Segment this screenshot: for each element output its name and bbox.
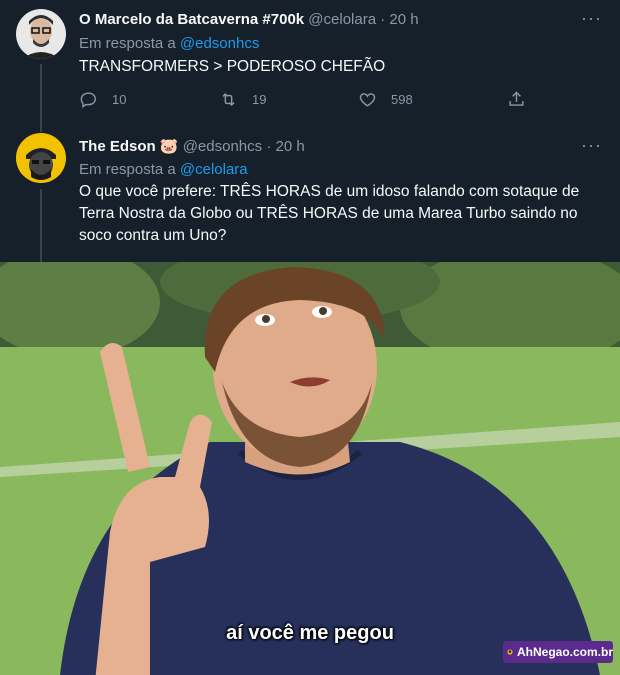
retweet-button[interactable]: 19 [219,90,266,109]
user-handle[interactable]: @celolara [308,11,376,28]
like-button[interactable]: 598 [358,90,413,109]
like-count: 598 [391,92,413,107]
reply-prefix: Em resposta a [79,35,176,52]
tweet-text: O que você prefere: TRÊS HORAS de um ido… [79,181,599,247]
watermark-badge: AhNegao.com.br [503,641,613,663]
user-handle[interactable]: @edsonhcs [183,138,262,155]
timestamp[interactable]: 20 h [276,138,305,155]
tweet-header: The Edson 🐷 @edsonhcs · 20 h [79,137,305,155]
tweet-header: O Marcelo da Batcaverna #700k @celolara … [79,11,419,28]
share-button[interactable] [507,90,526,109]
display-name[interactable]: O Marcelo da Batcaverna #700k [79,11,304,28]
thread-line-bottom [40,189,42,264]
reply-context: Em resposta a @edsonhcs [79,35,259,52]
reply-count: 10 [112,92,127,107]
tweet-2[interactable]: The Edson 🐷 @edsonhcs · 20 h ··· Em resp… [0,121,620,264]
share-icon [509,91,524,106]
reply-button[interactable]: 10 [79,90,126,109]
like-icon [359,93,376,107]
meme-image: aí você me pegou AhNegao.com.br [0,262,620,675]
reply-prefix: Em resposta a [79,161,176,178]
thread-line-top [40,121,42,129]
tweet-1[interactable]: O Marcelo da Batcaverna #700k @celolara … [0,0,620,132]
separator-dot: · [266,138,272,155]
timestamp[interactable]: 20 h [389,11,418,28]
watermark-text: AhNegao.com.br [516,645,613,659]
more-icon[interactable]: ··· [581,135,602,156]
tweet-text: TRANSFORMERS > PODEROSO CHEFÃO [79,58,386,75]
reply-icon [80,92,96,109]
reply-to-link[interactable]: @celolara [180,161,248,178]
more-icon[interactable]: ··· [581,8,602,29]
watermark-logo-icon [507,649,513,655]
avatar-edsonhcs[interactable] [16,133,66,183]
tweet-actions: 10 19 598 [79,90,529,110]
avatar-celolara[interactable] [16,9,66,59]
retweet-count: 19 [252,92,267,107]
tweet-text-line: Terra Nostra da Globo ou TRÊS HORAS de u… [79,205,578,222]
separator-dot: · [380,11,386,28]
display-name[interactable]: The Edson [79,138,156,155]
pig-emoji: 🐷 [159,138,179,155]
tweet-text-line: soco contra um Uno? [79,227,227,244]
reply-context: Em resposta a @celolara [79,161,248,178]
retweet-icon [222,92,235,107]
reply-to-link[interactable]: @edsonhcs [180,35,259,52]
meme-photo [0,262,620,675]
tweet-text-line: O que você prefere: TRÊS HORAS de um ido… [79,183,580,200]
